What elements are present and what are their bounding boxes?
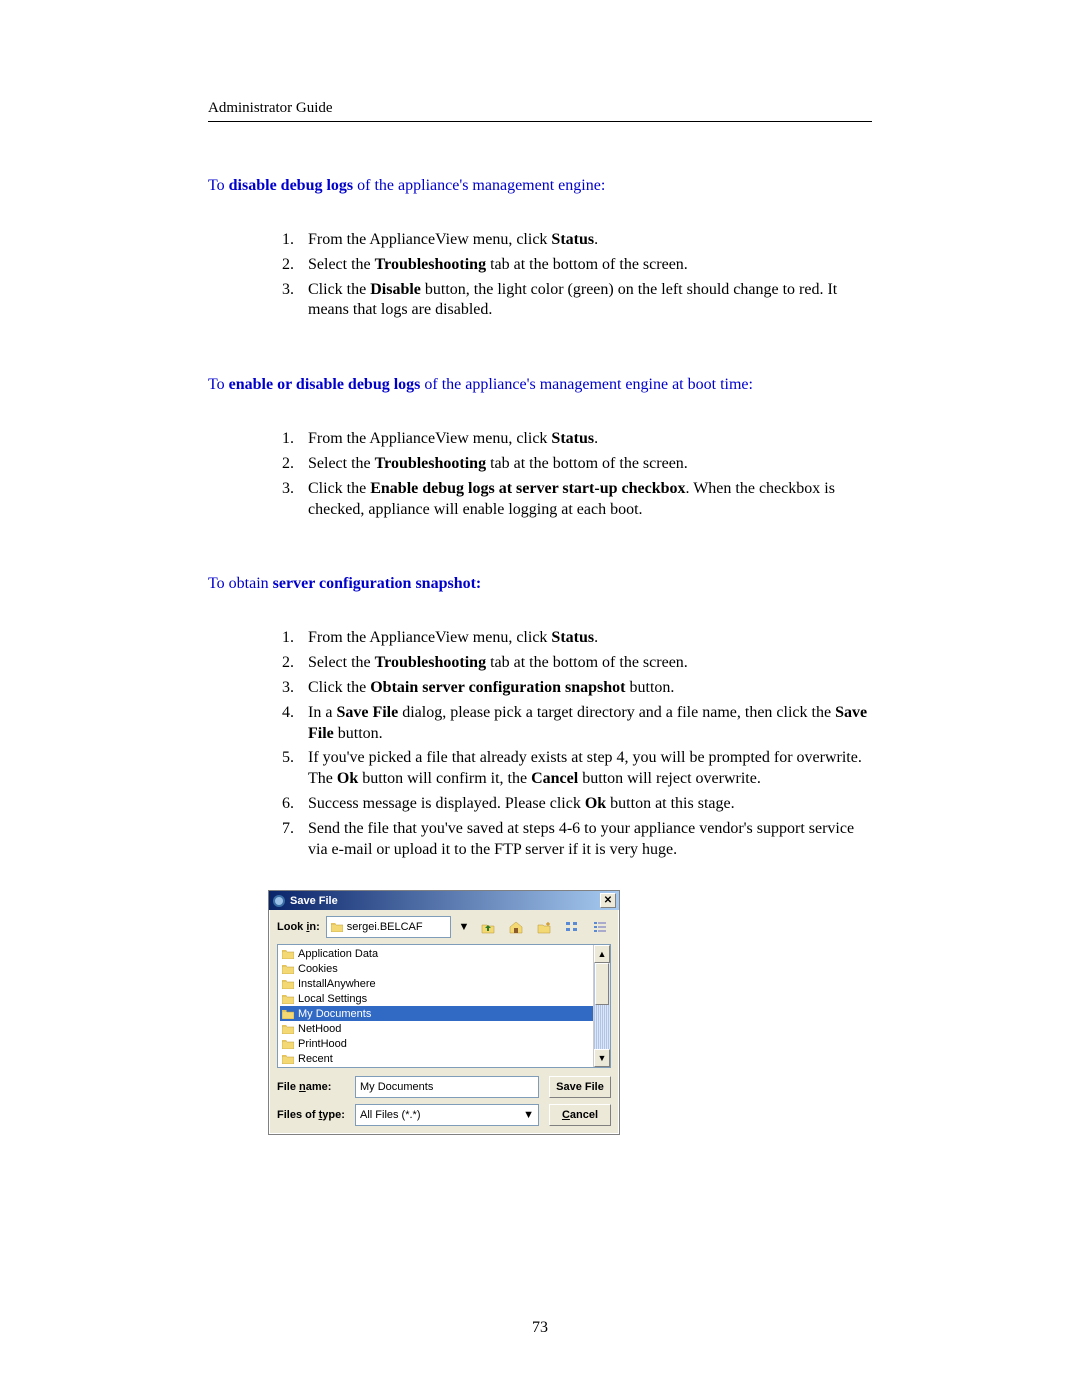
folder-icon (282, 1024, 294, 1034)
list-item: Success message is displayed. Please cli… (298, 794, 872, 815)
files-of-type-value: All Files (*.*) (360, 1109, 421, 1121)
list-item: Click the Disable button, the light colo… (298, 280, 872, 322)
file-name-value: My Documents (360, 1081, 433, 1093)
file-name-label: PrintHood (298, 1038, 347, 1050)
list-item: From the ApplianceView menu, click Statu… (298, 628, 872, 649)
look-in-value: sergei.BELCAF (347, 921, 423, 933)
heading-bold: server configuration snapshot: (273, 575, 482, 592)
folder-icon (282, 1054, 294, 1064)
heading-prefix: To (208, 177, 229, 194)
section-heading-snapshot: To obtain server configuration snapshot: (208, 575, 872, 593)
file-name-label: Recent (298, 1053, 333, 1065)
folder-icon (282, 979, 294, 989)
file-name-label: Application Data (298, 948, 378, 960)
file-name-label: My Documents (298, 1008, 371, 1020)
steps-list-1: From the ApplianceView menu, click Statu… (268, 230, 872, 321)
list-item: Send the file that you've saved at steps… (298, 819, 872, 861)
heading-bold: enable or disable debug logs (229, 376, 421, 393)
list-item: From the ApplianceView menu, click Statu… (298, 230, 872, 251)
file-row[interactable]: Recent (280, 1051, 608, 1066)
file-name-label: File name: (277, 1081, 345, 1093)
scroll-up-icon[interactable]: ▲ (594, 945, 610, 963)
section-heading-enable-boot: To enable or disable debug logs of the a… (208, 376, 872, 394)
folder-icon (282, 964, 294, 974)
files-of-type-combo[interactable]: All Files (*.*) ▼ (355, 1104, 539, 1126)
list-item: From the ApplianceView menu, click Statu… (298, 429, 872, 450)
file-name-field[interactable]: My Documents (355, 1076, 539, 1098)
folder-icon (282, 1039, 294, 1049)
heading-prefix: To (208, 376, 229, 393)
list-item: Click the Enable debug logs at server st… (298, 479, 872, 521)
section-heading-disable-logs: To disable debug logs of the appliance's… (208, 177, 872, 195)
up-folder-icon[interactable] (477, 916, 499, 938)
heading-suffix: of the appliance's management engine at … (420, 376, 753, 393)
file-row[interactable]: Local Settings (280, 991, 608, 1006)
list-item: Select the Troubleshooting tab at the bo… (298, 454, 872, 475)
steps-list-2: From the ApplianceView menu, click Statu… (268, 429, 872, 520)
chevron-down-icon[interactable]: ▼ (457, 920, 471, 934)
cancel-button[interactable]: Cancel (549, 1104, 611, 1126)
page-header: Administrator Guide (208, 100, 872, 122)
dialog-title: Save File (290, 895, 338, 907)
chevron-down-icon[interactable]: ▼ (523, 1109, 534, 1121)
page-number: 73 (0, 1319, 1080, 1337)
folder-icon (282, 949, 294, 959)
folder-icon (331, 922, 343, 932)
save-button[interactable]: Save File (549, 1076, 611, 1098)
heading-suffix: of the appliance's management engine: (353, 177, 605, 194)
file-name-label: NetHood (298, 1023, 341, 1035)
file-row[interactable]: Application Data (280, 946, 608, 961)
scroll-down-icon[interactable]: ▼ (594, 1049, 610, 1067)
heading-bold: disable debug logs (229, 177, 353, 194)
close-icon[interactable]: ✕ (600, 893, 616, 908)
scroll-thumb[interactable] (595, 963, 609, 1005)
look-in-label: Look in: (277, 921, 320, 933)
list-item: In a Save File dialog, please pick a tar… (298, 703, 872, 745)
steps-list-3: From the ApplianceView menu, click Statu… (268, 628, 872, 860)
list-item: Select the Troubleshooting tab at the bo… (298, 653, 872, 674)
file-row[interactable]: NetHood (280, 1021, 608, 1036)
dialog-titlebar[interactable]: Save File ✕ (269, 891, 619, 910)
app-icon (272, 894, 286, 908)
details-view-icon[interactable] (589, 916, 611, 938)
heading-prefix: To obtain (208, 575, 273, 592)
file-row[interactable]: My Documents (280, 1006, 608, 1021)
file-row[interactable]: Cookies (280, 961, 608, 976)
file-list[interactable]: Application Data Cookies InstallAnywhere Lo… (277, 944, 611, 1068)
file-name-label: InstallAnywhere (298, 978, 376, 990)
list-item: If you've picked a file that already exi… (298, 748, 872, 790)
list-item: Click the Obtain server configuration sn… (298, 678, 872, 699)
home-icon[interactable] (505, 916, 527, 938)
save-file-dialog: Save File ✕ Look in: sergei.BELCAF ▼ (268, 890, 620, 1135)
files-of-type-label: Files of type: (277, 1109, 345, 1121)
file-row[interactable]: PrintHood (280, 1036, 608, 1051)
list-item: Select the Troubleshooting tab at the bo… (298, 255, 872, 276)
file-name-label: Local Settings (298, 993, 367, 1005)
new-folder-icon[interactable] (533, 916, 555, 938)
folder-icon (282, 1009, 294, 1019)
list-view-icon[interactable] (561, 916, 583, 938)
look-in-combo[interactable]: sergei.BELCAF (326, 916, 451, 938)
folder-icon (282, 994, 294, 1004)
scrollbar[interactable]: ▲ ▼ (593, 945, 610, 1067)
file-row[interactable]: InstallAnywhere (280, 976, 608, 991)
file-name-label: Cookies (298, 963, 338, 975)
